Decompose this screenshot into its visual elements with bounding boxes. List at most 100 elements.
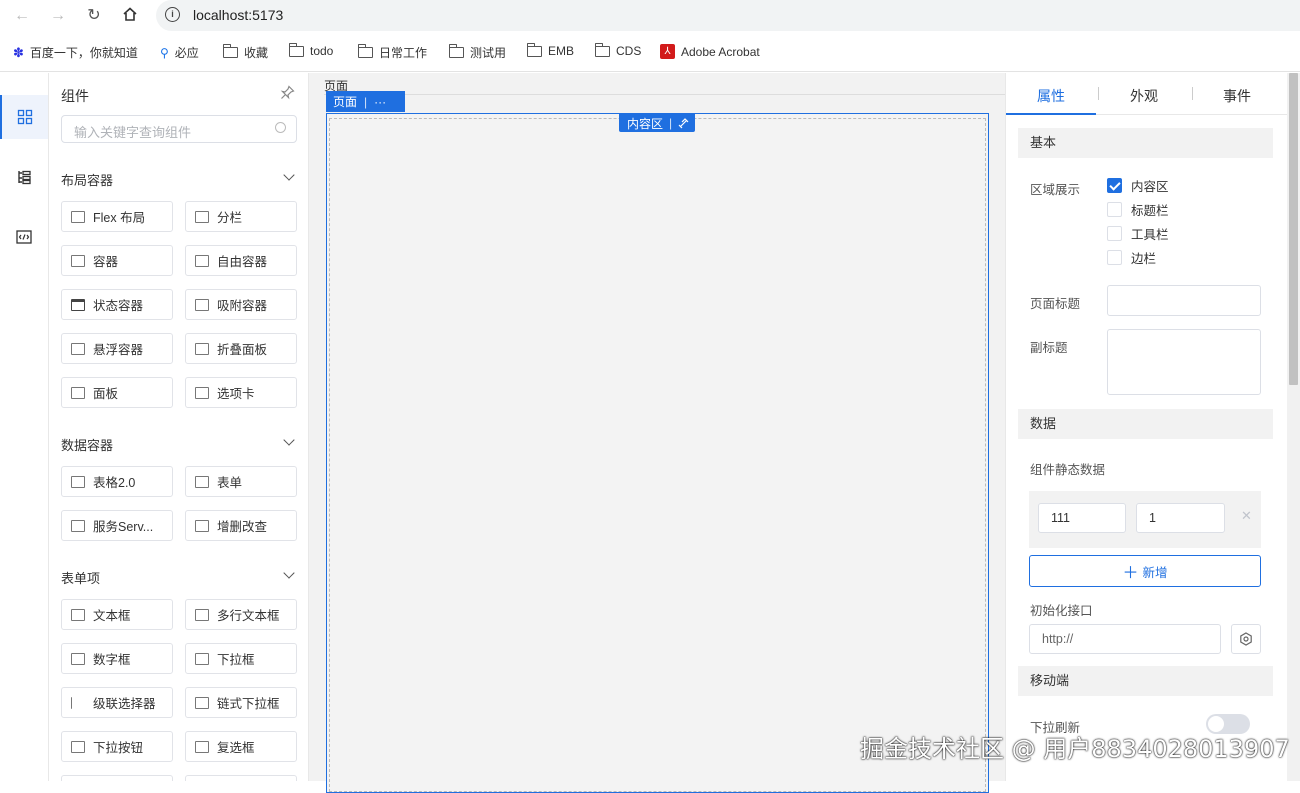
bookmark-adobe[interactable]: ⅄ Adobe Acrobat: [660, 44, 760, 59]
bookmark-folder-cds[interactable]: CDS: [594, 42, 641, 58]
gear-icon: [1240, 632, 1252, 646]
rail-components[interactable]: [0, 95, 48, 139]
divider: [1098, 87, 1099, 100]
chevron-down-icon[interactable]: [283, 169, 295, 181]
component-search-input[interactable]: 输入关键字查询组件: [61, 115, 297, 143]
bookmark-folder-test[interactable]: 测试用: [448, 44, 506, 61]
chevron-down-icon[interactable]: [283, 434, 295, 446]
component-sticky-container[interactable]: 吸附容器: [185, 289, 297, 320]
add-static-row-button[interactable]: ＋新增: [1029, 555, 1261, 587]
bookmark-bing[interactable]: ⚲ 必应: [160, 44, 199, 61]
component-tabs[interactable]: 选项卡: [185, 377, 297, 408]
tab-appearance[interactable]: 外观: [1130, 86, 1158, 106]
component-checkbox[interactable]: 复选框: [185, 731, 297, 762]
component-flex[interactable]: Flex 布局: [61, 201, 173, 232]
form-icon: [195, 475, 209, 488]
search-icon: ⚲: [160, 45, 169, 60]
component-container[interactable]: 容器: [61, 245, 173, 276]
checkbox-content-area[interactable]: 内容区: [1107, 176, 1169, 195]
section-layout-title[interactable]: 布局容器: [61, 170, 113, 189]
component-panel: 组件 输入关键字查询组件 布局容器 Flex 布局 分栏 容器 自由容器 状态容…: [49, 73, 309, 781]
component-table[interactable]: 表格2.0: [61, 466, 173, 497]
checkbox-title-bar[interactable]: 标题栏: [1107, 200, 1169, 219]
active-tab-indicator: [1006, 113, 1096, 115]
page-title-input[interactable]: [1107, 285, 1261, 316]
page-frame[interactable]: [326, 113, 989, 793]
checkbox-icon[interactable]: [1107, 226, 1122, 241]
static-value-input[interactable]: 1: [1136, 503, 1225, 533]
remove-row-icon[interactable]: ✕: [1241, 508, 1252, 524]
drag-handle-icon[interactable]: [678, 117, 689, 129]
component-text-input[interactable]: 文本框: [61, 599, 173, 630]
plus-icon: ＋: [1122, 565, 1139, 582]
free-container-icon: [195, 254, 209, 267]
rail-outline[interactable]: [0, 155, 48, 199]
component-cascader[interactable]: 级联选择器: [61, 687, 173, 718]
checkbox-toolbar[interactable]: 工具栏: [1107, 224, 1169, 243]
checkbox-sidebar[interactable]: 边栏: [1107, 248, 1156, 267]
more-icon[interactable]: ···: [374, 95, 386, 109]
tab-properties[interactable]: 属性: [1037, 86, 1065, 106]
tab-events[interactable]: 事件: [1223, 86, 1251, 106]
chained-select-icon: [195, 696, 209, 709]
component-more-2[interactable]: [185, 775, 297, 781]
grid-icon: [17, 109, 33, 125]
component-dropdown-button[interactable]: 下拉按钮: [61, 731, 173, 762]
bookmark-folder-todo[interactable]: todo: [288, 42, 333, 58]
component-more-1[interactable]: [61, 775, 173, 781]
static-key-input[interactable]: 111: [1038, 503, 1126, 533]
checkbox-icon[interactable]: [1107, 250, 1122, 265]
component-crud[interactable]: 增删改查: [185, 510, 297, 541]
component-columns[interactable]: 分栏: [185, 201, 297, 232]
textarea-icon: [195, 608, 209, 621]
back-arrow-icon[interactable]: ←: [12, 6, 32, 26]
component-float-container[interactable]: 悬浮容器: [61, 333, 173, 364]
component-panel[interactable]: 面板: [61, 377, 173, 408]
checkbox-checked-icon[interactable]: [1107, 178, 1122, 193]
forward-arrow-icon[interactable]: →: [48, 6, 68, 26]
checkbox-icon[interactable]: [1107, 202, 1122, 217]
component-service[interactable]: 服务Serv...: [61, 510, 173, 541]
component-number-input[interactable]: 数字框: [61, 643, 173, 674]
home-icon[interactable]: [120, 6, 140, 26]
tree-icon: [18, 170, 31, 185]
content-area[interactable]: [329, 118, 986, 792]
reload-icon[interactable]: ↻: [84, 6, 104, 26]
component-select[interactable]: 下拉框: [185, 643, 297, 674]
api-settings-button[interactable]: [1231, 624, 1261, 654]
scrollbar-thumb[interactable]: [1289, 73, 1298, 385]
chevron-down-icon[interactable]: [283, 567, 295, 579]
number-input-icon: [71, 652, 85, 665]
site-info-icon[interactable]: i: [165, 7, 180, 22]
pin-icon[interactable]: [280, 85, 295, 103]
bookmark-baidu[interactable]: ✽ 百度一下，你就知道: [13, 44, 138, 61]
page-title-label: 页面标题: [1030, 297, 1081, 311]
subtitle-label: 副标题: [1030, 341, 1068, 355]
page-selection-tag[interactable]: 页面 | ···: [326, 91, 405, 112]
component-free-container[interactable]: 自由容器: [185, 245, 297, 276]
section-form-items-title[interactable]: 表单项: [61, 568, 100, 587]
section-data-title[interactable]: 数据容器: [61, 435, 113, 454]
subtitle-textarea[interactable]: [1107, 329, 1261, 395]
properties-panel: 属性 外观 事件 基本 区域展示 内容区 标题栏 工具栏 边栏 页面标题 副标题…: [1005, 73, 1288, 781]
content-area-tag[interactable]: 内容区 |: [619, 114, 695, 132]
group-data: 数据: [1018, 409, 1273, 439]
component-form[interactable]: 表单: [185, 466, 297, 497]
init-api-input[interactable]: http://: [1029, 624, 1221, 654]
bookmark-folder-daily[interactable]: 日常工作: [357, 44, 427, 61]
panel-title: 组件: [61, 88, 89, 104]
bookmark-folder-favorites[interactable]: 收藏: [222, 44, 268, 61]
component-chained-select[interactable]: 链式下拉框: [185, 687, 297, 718]
component-collapse-panel[interactable]: 折叠面板: [185, 333, 297, 364]
tabs-icon: [195, 386, 209, 399]
scrollbar[interactable]: [1287, 73, 1300, 781]
component-textarea[interactable]: 多行文本框: [185, 599, 297, 630]
props-tabs: 属性 外观 事件: [1006, 73, 1288, 115]
bookmark-folder-emb[interactable]: EMB: [526, 42, 574, 58]
rail-code[interactable]: [0, 215, 48, 259]
static-data-label: 组件静态数据: [1030, 463, 1106, 477]
columns-icon: [195, 210, 209, 223]
address-bar[interactable]: i localhost:5173: [156, 0, 1300, 31]
design-canvas: 页面 页面 | ··· 内容区 |: [309, 73, 1005, 793]
component-state-container[interactable]: 状态容器: [61, 289, 173, 320]
